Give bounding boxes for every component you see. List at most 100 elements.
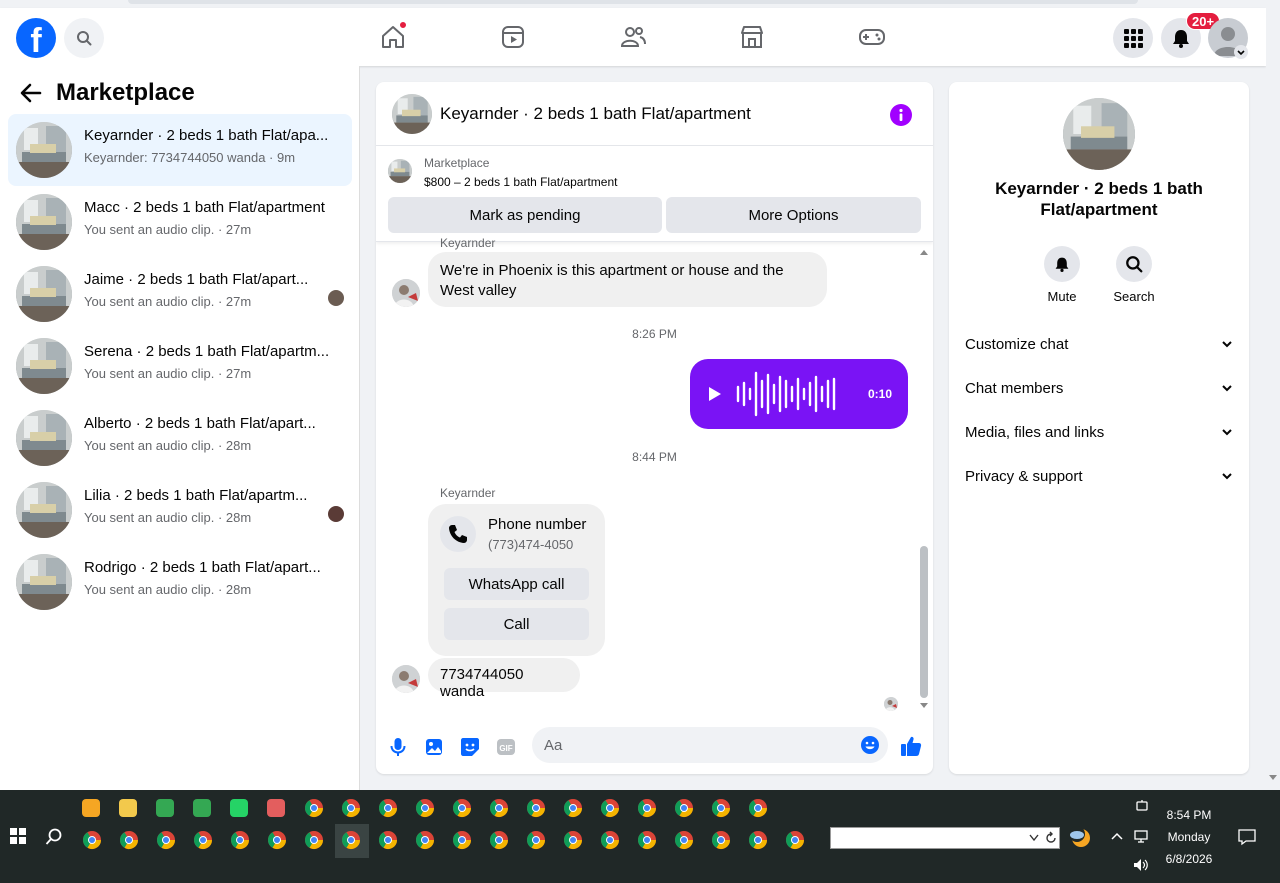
chrome-taskbar-icon[interactable] bbox=[600, 830, 622, 852]
chrome-taskbar-icon[interactable] bbox=[526, 830, 548, 852]
chrome-taskbar-icon[interactable] bbox=[335, 824, 369, 858]
bell-icon[interactable] bbox=[1044, 246, 1080, 282]
more-options-button[interactable]: More Options bbox=[666, 197, 921, 233]
chrome-taskbar-icon[interactable] bbox=[563, 830, 585, 852]
message-bubble[interactable]: We're in Phoenix is this apartment or ho… bbox=[428, 252, 827, 307]
taskbar-search-icon[interactable] bbox=[45, 828, 63, 846]
listing-thumbnail[interactable] bbox=[388, 159, 412, 183]
action-center-icon[interactable] bbox=[1238, 828, 1256, 846]
chrome-taskbar-icon[interactable] bbox=[452, 830, 474, 852]
dropdown-chevron-icon[interactable] bbox=[1029, 834, 1039, 842]
message-input[interactable]: Aa bbox=[532, 727, 888, 763]
refresh-icon[interactable] bbox=[1045, 831, 1057, 845]
taskbar-app-icon[interactable] bbox=[119, 799, 137, 817]
chrome-taskbar-icon[interactable] bbox=[748, 798, 770, 820]
chrome-taskbar-icon[interactable] bbox=[119, 830, 141, 852]
facebook-logo-icon[interactable]: f bbox=[16, 18, 56, 58]
chrome-taskbar-icon[interactable] bbox=[304, 798, 326, 820]
mark-as-pending-button[interactable]: Mark as pending bbox=[388, 197, 662, 233]
info-section-3[interactable]: Privacy & support bbox=[965, 461, 1233, 491]
message-thread[interactable]: Keyarnder We're in Phoenix is this apart… bbox=[376, 236, 933, 714]
emoji-icon[interactable] bbox=[860, 735, 880, 755]
chrome-taskbar-icon[interactable] bbox=[452, 798, 474, 820]
taskbar-app-icon[interactable] bbox=[267, 799, 285, 817]
info-section-2[interactable]: Media, files and links bbox=[965, 417, 1233, 447]
conversation-item[interactable]: Lilia · 2 beds 1 bath Flat/apartm... You … bbox=[8, 474, 352, 546]
friends-nav-button[interactable] bbox=[619, 23, 647, 51]
listing-price[interactable]: $800 – 2 beds 1 bath Flat/apartment bbox=[424, 175, 617, 189]
chrome-taskbar-icon[interactable] bbox=[785, 830, 807, 852]
whatsapp-call-button[interactable]: WhatsApp call bbox=[444, 568, 589, 600]
chrome-taskbar-icon[interactable] bbox=[341, 798, 363, 820]
home-nav-button[interactable] bbox=[379, 21, 407, 51]
call-button[interactable]: Call bbox=[444, 608, 589, 640]
gif-icon[interactable]: GIF bbox=[495, 736, 517, 758]
scrollbar-thumb[interactable] bbox=[920, 546, 928, 698]
chrome-taskbar-icon[interactable] bbox=[230, 830, 252, 852]
chat-title[interactable]: Keyarnder · 2 beds 1 bath Flat/apartment bbox=[440, 104, 751, 124]
clock-time[interactable]: 8:54 PM bbox=[1158, 808, 1220, 822]
thread-scrollbar[interactable] bbox=[918, 250, 930, 710]
clock-date[interactable]: 6/8/2026 bbox=[1158, 852, 1220, 866]
gaming-nav-button[interactable] bbox=[858, 23, 886, 51]
back-arrow-icon[interactable] bbox=[20, 83, 42, 103]
scroll-down-arrow-icon[interactable] bbox=[920, 703, 928, 709]
chrome-taskbar-icon[interactable] bbox=[711, 798, 733, 820]
search-icon[interactable] bbox=[1116, 246, 1152, 282]
chrome-taskbar-icon[interactable] bbox=[526, 798, 548, 820]
conversation-item[interactable]: Serena · 2 beds 1 bath Flat/apartm... You… bbox=[8, 330, 352, 402]
chat-avatar[interactable] bbox=[392, 94, 432, 134]
chrome-taskbar-icon[interactable] bbox=[600, 798, 622, 820]
listing-avatar[interactable] bbox=[1063, 98, 1135, 170]
chrome-taskbar-icon[interactable] bbox=[82, 830, 104, 852]
conversation-item[interactable]: Alberto · 2 beds 1 bath Flat/apart... You… bbox=[8, 402, 352, 474]
chrome-taskbar-icon[interactable] bbox=[674, 798, 696, 820]
windows-start-icon[interactable] bbox=[10, 828, 26, 844]
chrome-taskbar-icon[interactable] bbox=[415, 798, 437, 820]
chrome-taskbar-icon[interactable] bbox=[637, 798, 659, 820]
menu-button[interactable] bbox=[1113, 18, 1153, 58]
info-section-0[interactable]: Customize chat bbox=[965, 329, 1233, 359]
tray-chevron-up-icon[interactable] bbox=[1111, 832, 1123, 840]
chrome-taskbar-icon[interactable] bbox=[193, 830, 215, 852]
conversation-item[interactable]: Rodrigo · 2 beds 1 bath Flat/apart... You… bbox=[8, 546, 352, 618]
chrome-taskbar-icon[interactable] bbox=[748, 830, 770, 852]
taskbar-app-icon[interactable] bbox=[193, 799, 211, 817]
network-icon[interactable] bbox=[1134, 828, 1150, 844]
chrome-taskbar-icon[interactable] bbox=[563, 798, 585, 820]
chrome-taskbar-icon[interactable] bbox=[489, 830, 511, 852]
chrome-taskbar-icon[interactable] bbox=[489, 798, 511, 820]
taskbar-app-icon[interactable] bbox=[230, 799, 248, 817]
search-action[interactable]: Search bbox=[1104, 246, 1164, 304]
meet-now-icon[interactable] bbox=[1135, 799, 1149, 813]
play-icon[interactable] bbox=[708, 386, 722, 402]
image-icon[interactable] bbox=[423, 736, 445, 758]
chrome-taskbar-icon[interactable] bbox=[711, 830, 733, 852]
video-nav-button[interactable] bbox=[499, 23, 527, 51]
chrome-taskbar-icon[interactable] bbox=[267, 830, 289, 852]
sender-avatar[interactable] bbox=[392, 665, 420, 693]
chrome-taskbar-icon[interactable] bbox=[378, 798, 400, 820]
message-bubble[interactable]: 7734744050 wanda bbox=[428, 658, 580, 700]
chrome-taskbar-icon[interactable] bbox=[378, 830, 400, 852]
search-button[interactable] bbox=[64, 18, 104, 58]
taskbar-app-icon[interactable] bbox=[82, 799, 100, 817]
marketplace-nav-button[interactable] bbox=[738, 23, 766, 51]
taskbar-app-icon[interactable] bbox=[156, 799, 174, 817]
chrome-taskbar-icon[interactable] bbox=[304, 830, 326, 852]
clock-day[interactable]: Monday bbox=[1158, 830, 1220, 844]
chrome-taskbar-icon[interactable] bbox=[674, 830, 696, 852]
microphone-icon[interactable] bbox=[387, 736, 409, 758]
conversation-item[interactable]: Macc · 2 beds 1 bath Flat/apartment You s… bbox=[8, 186, 352, 258]
sender-avatar[interactable] bbox=[392, 279, 420, 307]
scroll-down-arrow-icon[interactable] bbox=[1269, 775, 1277, 781]
weather-moon-icon[interactable] bbox=[1068, 825, 1092, 849]
page-scrollbar[interactable] bbox=[1266, 8, 1280, 790]
account-chevron-icon[interactable] bbox=[1234, 45, 1248, 59]
chrome-taskbar-icon[interactable] bbox=[415, 830, 437, 852]
like-thumbs-up-icon[interactable] bbox=[899, 734, 923, 758]
sticker-icon[interactable] bbox=[459, 736, 481, 758]
info-section-1[interactable]: Chat members bbox=[965, 373, 1233, 403]
chrome-taskbar-icon[interactable] bbox=[637, 830, 659, 852]
mute-action[interactable]: Mute bbox=[1032, 246, 1092, 304]
